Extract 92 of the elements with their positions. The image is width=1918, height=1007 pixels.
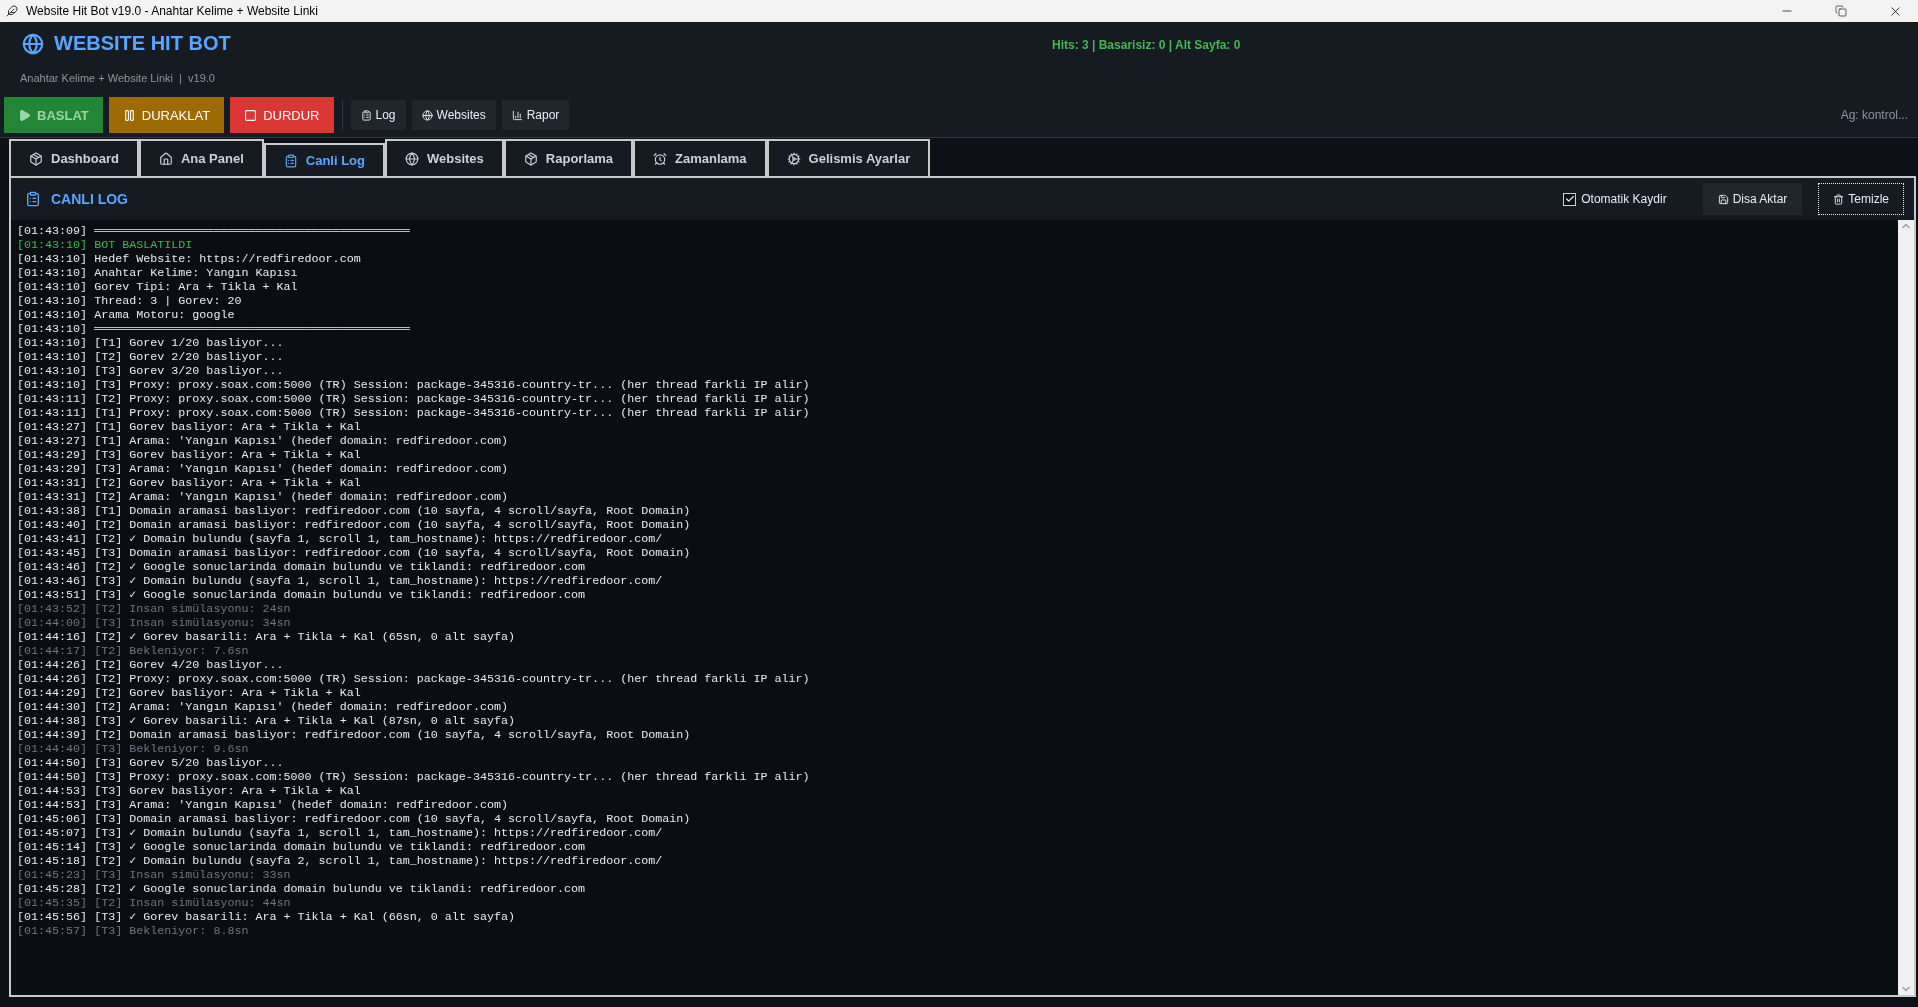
checkbox[interactable]	[1563, 192, 1577, 206]
save-button[interactable]: Disa Aktar	[1702, 183, 1803, 215]
log-line: [01:44:53] [T3] Arama: 'Yangın Kapısı' (hedef domain: redfiredoor.com)	[17, 798, 509, 812]
log-line: [01:43:10] ═════════════════════════════════════════════	[17, 322, 411, 336]
log-line: [01:44:39] [T2] Domain aramasi basliyor: redfiredoor.com (10 sayfa, 4 scroll/sayfa, Root Domain)	[17, 728, 692, 742]
window-title: Website Hit Bot v19.0 - Anahtar Kelime + Website Linki	[26, 4, 320, 18]
log-line: [01:44:40] [T3] Bekleniyor: 9.6sn	[17, 742, 250, 756]
tab[interactable]: Dashboard	[9, 139, 139, 176]
toolbar-button[interactable]: Log	[350, 100, 406, 130]
app-subtitle: Anahtar Kelime + Website Linki | v19.0	[20, 72, 215, 84]
log-line: [01:43:10] [T3] Proxy: proxy.soax.com:5000 (TR) Session: package-345316-country-tr... (her thread farkli IP alir)	[17, 378, 811, 392]
stop-icon	[244, 108, 258, 122]
log-line: [01:43:10] Arama Motoru: google	[17, 308, 236, 322]
log-line: [01:43:09] ═════════════════════════════════════════════	[17, 224, 411, 238]
log-line: [01:44:30] [T2] Arama: 'Yangın Kapısı' (hedef domain: redfiredoor.com)	[17, 700, 509, 714]
checkbox-label: Otomatik Kaydir	[1581, 192, 1667, 206]
alarm-clock-icon	[653, 151, 668, 166]
pause-button[interactable]: DURAKLAT	[108, 97, 225, 133]
tab[interactable]: Zamanlama	[633, 139, 767, 176]
log-line: [01:43:31] [T2] Gorev basliyor: Ara + Tikla + Kal	[17, 476, 362, 490]
log-line: [01:44:50] [T3] Gorev 5/20 basliyor...	[17, 756, 285, 770]
globe-icon	[22, 32, 44, 55]
log-line: [01:45:07] [T3] ✓ Domain bulundu (sayfa 1, scroll 1, tam_hostname): https://redfiredoor.com/	[17, 826, 664, 840]
log-line: [01:43:46] [T2] ✓ Google sonuclarinda domain bulundu ve tiklandi: redfiredoor.com	[17, 560, 587, 574]
tab[interactable]: Canli Log	[263, 143, 385, 176]
log-line: [01:44:17] [T2] Bekleniyor: 7.6sn	[17, 644, 250, 658]
log-line: [01:43:29] [T3] Arama: 'Yangın Kapısı' (hedef domain: redfiredoor.com)	[17, 462, 509, 476]
tab[interactable]: Websites	[385, 139, 504, 176]
tab[interactable]: Gelismis Ayarlar	[766, 139, 931, 176]
network-status: Ag: kontrol...	[1840, 108, 1908, 122]
log-line: [01:45:06] [T3] Domain aramasi basliyor: redfiredoor.com (10 sayfa, 4 scroll/sayfa, Root Domain)	[17, 812, 692, 826]
gear-icon	[786, 151, 801, 166]
globe-icon	[421, 109, 433, 121]
log-line: [01:43:52] [T2] Insan simülasyonu: 24sn	[17, 602, 292, 616]
stop-button[interactable]: DURDUR	[230, 97, 334, 133]
log-line: [01:43:10] [T2] Gorev 2/20 basliyor...	[17, 350, 285, 364]
log-line: [01:45:18] [T2] ✓ Domain bulundu (sayfa 2, scroll 1, tam_hostname): https://redfiredoor.com/	[17, 854, 664, 868]
tab[interactable]: Ana Panel	[138, 139, 264, 176]
log-line: [01:43:38] [T1] Domain aramasi basliyor: redfiredoor.com (10 sayfa, 4 scroll/sayfa, Root Domain)	[17, 504, 692, 518]
restore-icon	[1835, 5, 1847, 17]
app-title: WEBSITE HIT BOT	[54, 32, 231, 55]
log-line: [01:45:56] [T3] ✓ Gorev basarili: Ara + Tikla + Kal (66sn, 0 alt sayfa)	[17, 910, 516, 924]
log-line: [01:44:38] [T3] ✓ Gorev basarili: Ara + Tikla + Kal (87sn, 0 alt sayfa)	[17, 714, 516, 728]
clipboard-icon	[360, 109, 372, 121]
log-line: [01:44:26] [T2] Gorev 4/20 basliyor...	[17, 658, 285, 672]
log-line: [01:45:28] [T2] ✓ Google sonuclarinda domain bulundu ve tiklandi: redfiredoor.com	[17, 882, 587, 896]
log-line: [01:44:53] [T3] Gorev basliyor: Ara + Tikla + Kal	[17, 784, 362, 798]
clipboard-icon	[25, 191, 41, 207]
log-line: [01:45:14] [T3] ✓ Google sonuclarinda domain bulundu ve tiklandi: redfiredoor.com	[17, 840, 587, 854]
pause-icon	[122, 108, 136, 122]
log-line: [01:43:10] Anahtar Kelime: Yangın Kapısı	[17, 266, 299, 280]
log-line: [01:43:10] BOT BASLATILDI	[17, 238, 194, 252]
feather-icon	[6, 5, 18, 17]
box-icon	[29, 151, 43, 166]
log-line: [01:45:23] [T3] Insan simülasyonu: 33sn	[17, 868, 292, 882]
log-line: [01:44:26] [T2] Proxy: proxy.soax.com:5000 (TR) Session: package-345316-country-tr... (her thread farkli IP alir)	[17, 672, 811, 686]
scrollbar[interactable]	[1898, 220, 1914, 995]
log-line: [01:44:29] [T2] Gorev basliyor: Ara + Tikla + Kal	[17, 686, 362, 700]
box-icon	[523, 151, 538, 166]
trash-icon	[1833, 193, 1845, 205]
tab[interactable]: Raporlama	[503, 139, 634, 176]
trash-button[interactable]: Temizle	[1818, 183, 1904, 215]
log-line: [01:45:35] [T2] Insan simülasyonu: 44sn	[17, 896, 292, 910]
log-line: [01:43:10] [T1] Gorev 1/20 basliyor...	[17, 336, 285, 350]
log-line: [01:43:10] [T3] Gorev 3/20 basliyor...	[17, 364, 285, 378]
toolbar-button[interactable]: Rapor	[501, 100, 570, 130]
bar-chart-icon	[511, 109, 523, 121]
panel-title: CANLI LOG	[51, 191, 128, 207]
log-line: [01:43:40] [T2] Domain aramasi basliyor: redfiredoor.com (10 sayfa, 4 scroll/sayfa, Root Domain)	[17, 518, 692, 532]
play-icon	[18, 108, 31, 122]
log-line: [01:44:50] [T3] Proxy: proxy.soax.com:5000 (TR) Session: package-345316-country-tr... (her thread farkli IP alir)	[17, 770, 811, 784]
log-line: [01:43:10] Gorev Tipi: Ara + Tikla + Kal	[17, 280, 299, 294]
log-line: [01:43:31] [T2] Arama: 'Yangın Kapısı' (hedef domain: redfiredoor.com)	[17, 490, 509, 504]
log-line: [01:43:27] [T1] Arama: 'Yangın Kapısı' (hedef domain: redfiredoor.com)	[17, 434, 509, 448]
globe-icon	[405, 151, 419, 166]
log-line: [01:43:11] [T2] Proxy: proxy.soax.com:5000 (TR) Session: package-345316-country-tr... (her thread farkli IP alir)	[17, 392, 811, 406]
log-line: [01:43:11] [T1] Proxy: proxy.soax.com:5000 (TR) Session: package-345316-country-tr... (her thread farkli IP alir)	[17, 406, 811, 420]
log-line: [01:43:46] [T3] ✓ Domain bulundu (sayfa 1, scroll 1, tam_hostname): https://redfiredoor.com/	[17, 574, 664, 588]
log-line: [01:43:29] [T3] Gorev basliyor: Ara + Tikla + Kal	[17, 448, 362, 462]
clipboard-icon	[283, 153, 298, 168]
log-line: [01:45:57] [T3] Bekleniyor: 8.8sn	[17, 924, 250, 938]
log-line: [01:43:10] Hedef Website: https://redfiredoor.com	[17, 252, 362, 266]
log-line: [01:43:41] [T2] ✓ Domain bulundu (sayfa 1, scroll 1, tam_hostname): https://redfiredoor.com/	[17, 532, 664, 546]
log-line: [01:43:45] [T3] Domain aramasi basliyor: redfiredoor.com (10 sayfa, 4 scroll/sayfa, Root Domain)	[17, 546, 692, 560]
stats-text: Hits: 3 | Basarisiz: 0 | Alt Sayfa: 0	[1052, 38, 1241, 52]
log-line: [01:43:51] [T3] ✓ Google sonuclarinda domain bulundu ve tiklandi: redfiredoor.com	[17, 588, 587, 602]
log-line: [01:43:10] Thread: 3 | Gorev: 20	[17, 294, 243, 308]
toolbar-button[interactable]: Websites	[411, 100, 496, 130]
log-line: [01:44:00] [T3] Insan simülasyonu: 34sn	[17, 616, 292, 630]
log-line: [01:44:16] [T2] ✓ Gorev basarili: Ara + Tikla + Kal (65sn, 0 alt sayfa)	[17, 630, 516, 644]
house-icon	[158, 151, 173, 166]
log-line: [01:43:27] [T1] Gorev basliyor: Ara + Tikla + Kal	[17, 420, 362, 434]
